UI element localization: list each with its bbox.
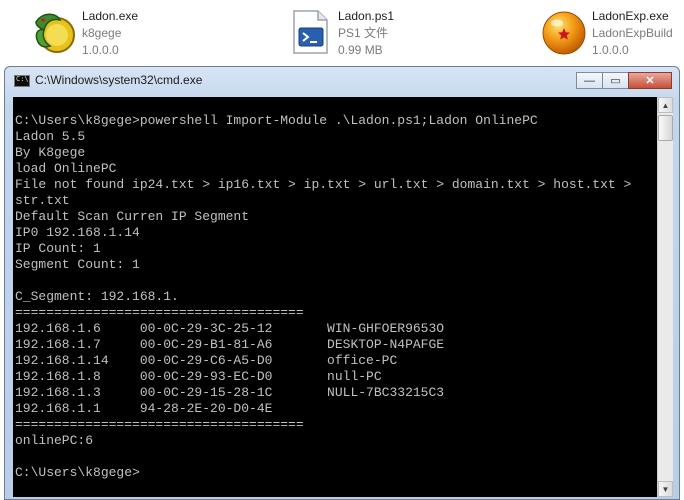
- file-type: LadonExpBuild: [592, 26, 673, 40]
- console-line: 192.168.1.3 00-0C-29-15-28-1C NULL-7BC33…: [15, 385, 445, 400]
- vertical-scrollbar[interactable]: ▲ ▼: [657, 97, 673, 497]
- console-line: C:\Users\k8gege>powershell Import-Module…: [15, 113, 538, 128]
- console-line: IP Count: 1: [15, 241, 101, 256]
- console-line: Ladon 5.5: [15, 129, 86, 144]
- file-type: k8gege: [82, 26, 122, 40]
- console-line: IP0 192.168.1.14: [15, 225, 140, 240]
- powershell-script-icon: [293, 10, 328, 54]
- maximize-button[interactable]: ▭: [602, 72, 629, 89]
- window-title-bar[interactable]: C:\Windows\system32\cmd.exe — ▭ ✕: [5, 67, 679, 95]
- scroll-up-arrow-icon[interactable]: ▲: [658, 97, 673, 113]
- console-output[interactable]: C:\Users\k8gege>powershell Import-Module…: [13, 97, 657, 497]
- console-line: 192.168.1.7 00-0C-29-B1-81-A6 DESKTOP-N4…: [15, 337, 445, 352]
- file-size: 0.99 MB: [338, 43, 383, 57]
- console-line: File not found ip24.txt > ip16.txt > ip.…: [15, 177, 632, 192]
- console-lines: C:\Users\k8gege>powershell Import-Module…: [15, 113, 631, 481]
- file-version: 1.0.0.0: [82, 43, 119, 57]
- console-line: =====================================: [15, 305, 304, 320]
- console-line: 192.168.1.8 00-0C-29-93-EC-D0 null-PC: [15, 369, 382, 384]
- console-line: onlinePC:6: [15, 433, 94, 448]
- window-controls: — ▭ ✕: [576, 72, 672, 90]
- console-line: str.txt: [15, 193, 70, 208]
- cmd-window: C:\Windows\system32\cmd.exe — ▭ ✕ C:\Use…: [4, 66, 680, 500]
- cmd-app-icon[interactable]: [14, 75, 30, 87]
- window-title: C:\Windows\system32\cmd.exe: [35, 73, 203, 87]
- file-version: 1.0.0.0: [592, 43, 629, 57]
- dragon-app-icon: [35, 13, 75, 53]
- console-line: C:\Users\k8gege>: [15, 465, 140, 480]
- console-line: C_Segment: 192.168.1.: [15, 289, 179, 304]
- dragon-ball-icon: [542, 11, 586, 55]
- console-line: =====================================: [15, 417, 304, 432]
- scroll-down-arrow-icon[interactable]: ▼: [658, 481, 673, 497]
- file-name: Ladon.ps1: [338, 9, 395, 23]
- scroll-thumb[interactable]: [658, 115, 673, 141]
- file-tiles-area: Ladon.exe k8gege 1.0.0.0 Ladon.ps1 PS1 文…: [0, 0, 684, 62]
- console-line: 192.168.1.14 00-0C-29-C6-A5-D0 office-PC: [15, 353, 398, 368]
- minimize-button[interactable]: —: [576, 72, 603, 89]
- console-line: 192.168.1.1 94-28-2E-20-D0-4E: [15, 401, 273, 416]
- console-line: By K8gege: [15, 145, 86, 160]
- console-line: Default Scan Curren IP Segment: [15, 209, 250, 224]
- file-type: PS1 文件: [338, 26, 389, 40]
- close-button[interactable]: ✕: [628, 72, 672, 89]
- console-line: load OnlinePC: [15, 161, 117, 176]
- console-line: Segment Count: 1: [15, 257, 140, 272]
- file-name: Ladon.exe: [82, 9, 139, 23]
- console-line: 192.168.1.6 00-0C-29-3C-25-12 WIN-GHFOER…: [15, 321, 445, 336]
- file-name: LadonExp.exe: [592, 9, 669, 23]
